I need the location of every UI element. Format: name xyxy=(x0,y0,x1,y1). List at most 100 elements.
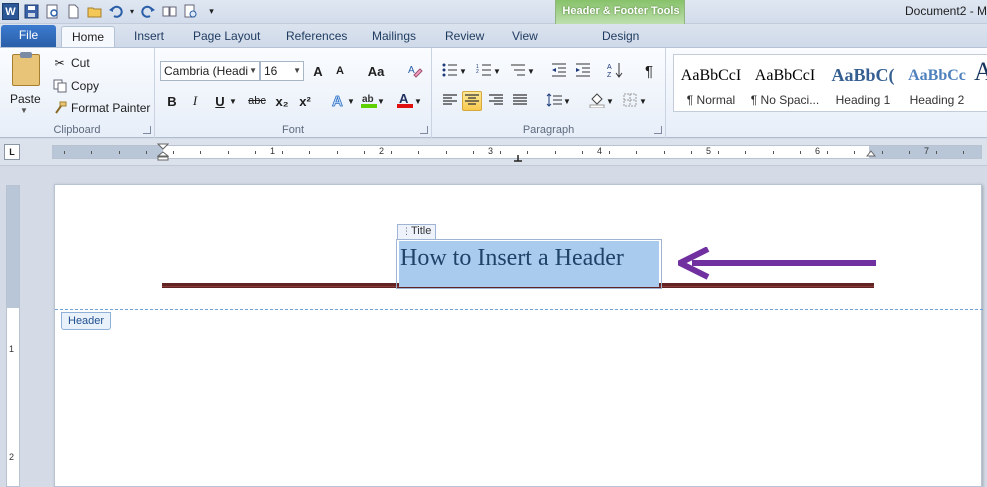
font-color-dropdown-icon[interactable]: ▼ xyxy=(414,91,422,111)
paste-icon[interactable] xyxy=(12,52,40,86)
change-case-button[interactable]: Aa xyxy=(363,61,389,81)
open-folder-icon[interactable] xyxy=(86,3,103,20)
multilevel-list-dropdown-icon[interactable]: ▼ xyxy=(527,61,535,81)
document-page[interactable]: ⋮Title How to Insert a Header Header xyxy=(54,184,983,487)
underline-button[interactable]: U xyxy=(210,91,230,111)
align-left-button[interactable] xyxy=(440,91,460,111)
font-name-dropdown-icon[interactable]: ▼ xyxy=(249,62,257,80)
vertical-ruler[interactable]: 1 2 xyxy=(6,185,20,487)
ruler-tick xyxy=(391,151,392,154)
undo-dropdown-icon[interactable]: ▾ xyxy=(128,3,136,20)
right-indent-marker-icon[interactable] xyxy=(865,149,877,163)
tab-selector-button[interactable]: L xyxy=(4,144,20,160)
font-dialog-launcher-icon[interactable] xyxy=(420,126,428,134)
title-content-control[interactable]: How to Insert a Header xyxy=(396,239,662,289)
subscript-button[interactable]: x₂ xyxy=(272,91,292,111)
copy-button[interactable]: Copy xyxy=(52,78,99,93)
two-pages-icon[interactable] xyxy=(161,3,178,20)
font-size-combo[interactable]: 16 ▼ xyxy=(260,61,304,81)
tab-review[interactable]: Review xyxy=(435,26,494,47)
header-tag[interactable]: Header xyxy=(61,312,112,330)
document-title-text[interactable]: How to Insert a Header xyxy=(399,241,659,287)
bold-button[interactable]: B xyxy=(162,91,182,111)
horizontal-ruler[interactable]: 1 2 3 4 5 6 7 xyxy=(52,143,982,162)
highlight-button[interactable]: ab xyxy=(359,91,379,111)
styles-gallery: AaBbCcI ¶ Normal AaBbCcI ¶ No Spaci... A… xyxy=(673,54,987,112)
paste-dropdown-icon[interactable]: ▼ xyxy=(20,106,28,115)
tab-file[interactable]: File xyxy=(1,25,56,47)
style-no-spacing[interactable]: AaBbCcI ¶ No Spaci... xyxy=(748,55,822,111)
line-spacing-dropdown-icon[interactable]: ▼ xyxy=(563,91,571,111)
customize-toolbar-icon[interactable]: ▾ xyxy=(203,3,220,20)
undo-icon[interactable] xyxy=(107,3,124,20)
italic-button[interactable]: I xyxy=(185,91,205,111)
multilevel-list-icon xyxy=(510,63,526,80)
decrease-indent-button[interactable] xyxy=(549,61,569,81)
font-name-combo[interactable]: Cambria (Headi ▼ xyxy=(160,61,260,81)
new-document-icon[interactable] xyxy=(65,3,82,20)
tab-references[interactable]: References xyxy=(276,26,357,47)
paste-button[interactable]: Paste xyxy=(10,92,41,106)
svg-text:ab: ab xyxy=(362,94,374,105)
tab-page-layout[interactable]: Page Layout xyxy=(183,26,270,47)
hanging-indent-marker-icon[interactable] xyxy=(156,143,170,164)
style-heading-1[interactable]: AaBbC( Heading 1 xyxy=(826,55,900,111)
strikethrough-button[interactable]: abc xyxy=(245,91,269,111)
ruler-tick xyxy=(119,151,120,154)
redo-icon[interactable] xyxy=(140,3,157,20)
print-preview-zoom-icon[interactable] xyxy=(182,3,199,20)
numbering-button[interactable]: 12 xyxy=(474,61,494,81)
bullets-button[interactable] xyxy=(440,61,460,81)
highlight-dropdown-icon[interactable]: ▼ xyxy=(377,91,385,111)
print-preview-icon[interactable] xyxy=(44,3,61,20)
style-sample: AaBbCcI xyxy=(754,67,816,84)
borders-dropdown-icon[interactable]: ▼ xyxy=(639,91,647,111)
clipboard-dialog-launcher-icon[interactable] xyxy=(143,126,151,134)
paragraph-dialog-launcher-icon[interactable] xyxy=(654,126,662,134)
underline-dropdown-icon[interactable]: ▼ xyxy=(228,91,238,111)
drag-handle-icon[interactable]: ⋮ xyxy=(402,226,411,236)
title-content-control-tag[interactable]: ⋮Title xyxy=(397,224,437,239)
superscript-button[interactable]: x² xyxy=(295,91,315,111)
shading-button[interactable] xyxy=(587,91,607,111)
justify-button[interactable] xyxy=(510,91,530,111)
shading-dropdown-icon[interactable]: ▼ xyxy=(606,91,614,111)
tab-design[interactable]: Design xyxy=(592,26,649,47)
font-color-button[interactable]: A xyxy=(395,91,415,111)
sort-button[interactable]: AZ xyxy=(605,61,625,81)
ruler-tick xyxy=(418,151,419,154)
tab-view[interactable]: View xyxy=(502,26,548,47)
bullets-dropdown-icon[interactable]: ▼ xyxy=(459,61,467,81)
ruler-number: 2 xyxy=(379,146,385,156)
line-spacing-button[interactable] xyxy=(544,91,564,111)
increase-indent-button[interactable] xyxy=(573,61,593,81)
shrink-font-button[interactable]: A xyxy=(330,61,350,81)
format-painter-button[interactable]: Format Painter xyxy=(52,100,150,115)
style-heading-2[interactable]: AaBbCc Heading 2 xyxy=(900,55,974,111)
clipboard-group: Paste ▼ ✂ Cut Copy Format Painter Clipbo… xyxy=(0,48,155,138)
clear-formatting-button[interactable]: A xyxy=(405,61,425,81)
align-right-button[interactable] xyxy=(486,91,506,111)
word-logo-icon[interactable]: W xyxy=(2,3,19,20)
grow-font-button[interactable]: A xyxy=(308,61,328,81)
text-effects-button[interactable]: A xyxy=(329,91,349,111)
center-tab-marker-icon[interactable] xyxy=(514,152,522,166)
borders-button[interactable] xyxy=(620,91,640,111)
tab-home[interactable]: Home xyxy=(61,26,116,47)
tab-insert[interactable]: Insert xyxy=(124,26,174,47)
show-formatting-marks-button[interactable]: ¶ xyxy=(639,61,659,81)
text-effects-dropdown-icon[interactable]: ▼ xyxy=(347,91,355,111)
cut-button[interactable]: ✂ Cut xyxy=(52,55,89,70)
ruler-tick xyxy=(473,151,474,154)
style-normal[interactable]: AaBbCcI ¶ Normal xyxy=(674,55,748,111)
tab-mailings[interactable]: Mailings xyxy=(362,26,426,47)
font-size-dropdown-icon[interactable]: ▼ xyxy=(293,62,301,80)
multilevel-list-button[interactable] xyxy=(508,61,528,81)
ruler-tick xyxy=(173,151,174,154)
numbering-dropdown-icon[interactable]: ▼ xyxy=(493,61,501,81)
change-case-icon: Aa xyxy=(367,63,385,79)
text-effects-icon: A xyxy=(330,91,348,112)
save-icon[interactable] xyxy=(23,3,40,20)
align-center-button[interactable] xyxy=(462,91,482,111)
style-title-partial[interactable]: A xyxy=(974,55,987,111)
